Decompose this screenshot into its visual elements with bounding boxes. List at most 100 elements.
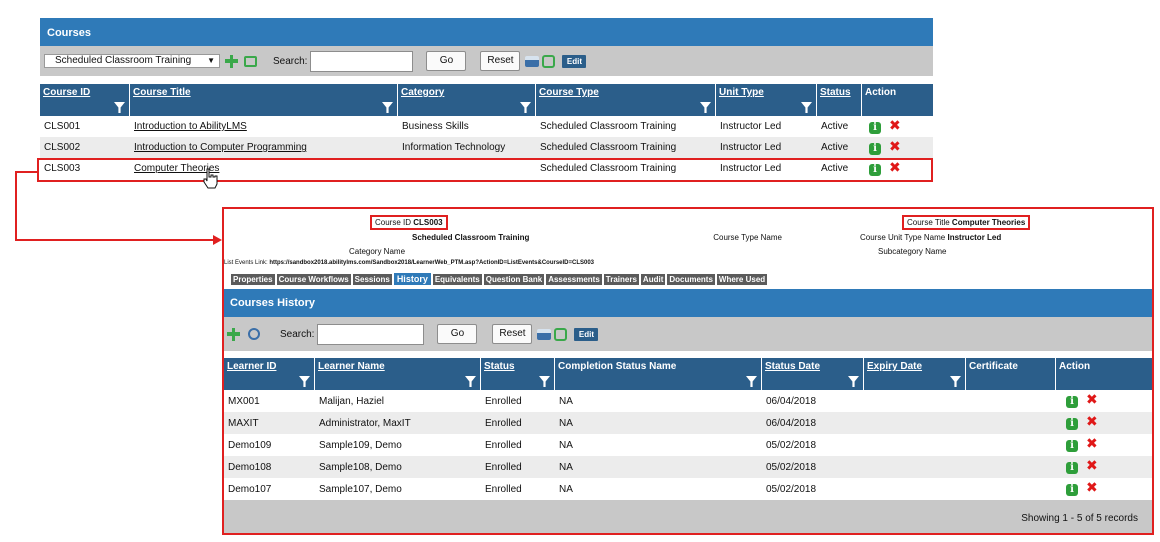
info-icon[interactable]: i [1066,396,1078,408]
course-type-field: Course Type Name [713,233,782,242]
tab-properties[interactable]: Properties [231,274,275,285]
course-id-value: CLS003 [413,218,443,227]
course-type-value: Scheduled Classroom Training [412,233,530,242]
completion-cell: NA [559,395,573,407]
tab-trainers[interactable]: Trainers [603,274,639,285]
table-row[interactable]: Demo109 Sample109, Demo Enrolled NA 05/0… [224,434,1152,456]
tab-history[interactable]: History [393,273,431,285]
tab-documents[interactable]: Documents [667,274,715,285]
filter-funnel-icon[interactable] [950,376,961,387]
info-icon[interactable]: i [1066,462,1078,474]
category-field: Category Name [349,247,405,256]
list-events-label: List Events Link: [224,260,268,266]
action-cell: i ✖ [1056,482,1152,496]
action-cell: i ✖ [1056,438,1152,452]
history-search-label: Search: [280,328,315,340]
tab-sessions[interactable]: Sessions [352,274,392,285]
unit-type-label: Course Unit Type Name [860,233,946,242]
filter-funnel-icon[interactable] [539,376,550,387]
table-row[interactable]: MX001 Malijan, Haziel Enrolled NA 06/04/… [224,390,1152,412]
delete-x-icon[interactable]: ✖ [1086,482,1098,495]
info-icon[interactable]: i [1066,440,1078,452]
tab-assessments[interactable]: Assessments [546,274,602,285]
status-date-cell: 05/02/2018 [766,483,817,495]
col-status-date[interactable]: Status Date [762,358,864,390]
category-label: Category Name [349,247,406,256]
course-type-label: Course Type Name [713,233,782,242]
course-info-section: Course ID CLS003 Course Type Name Schedu… [224,209,1152,289]
tab-audit[interactable]: Audit [640,274,666,285]
subcategory-label: Subcategory Name [878,247,947,256]
table-row[interactable]: Demo107 Sample107, Demo Enrolled NA 05/0… [224,478,1152,500]
tab-where-used[interactable]: Where Used [716,274,768,285]
delete-x-icon[interactable]: ✖ [1086,394,1098,407]
history-title: Courses History [230,297,315,309]
learner-name-cell: Malijan, Haziel [319,395,385,407]
export-icon[interactable] [554,327,568,341]
history-search-input[interactable] [317,323,425,345]
status-cell: Enrolled [485,417,522,429]
status-date-cell: 05/02/2018 [766,439,817,451]
history-toolbar: Search: Go Reset Edit [224,317,1152,351]
tab-course-workflows[interactable]: Course Workflows [276,274,351,285]
learner-name-cell: Administrator, MaxIT [319,417,411,429]
subcategory-field: Subcategory Name [878,247,946,256]
history-go-button[interactable]: Go [437,324,478,344]
filter-funnel-icon[interactable] [299,376,310,387]
completion-cell: NA [559,439,573,451]
delete-x-icon[interactable]: ✖ [1086,438,1098,451]
status-date-cell: 06/04/2018 [766,417,817,429]
history-table-header: Learner ID Learner Name Status Completio… [224,358,1152,390]
unit-type-field: Course Unit Type Name Instructor Led [860,233,1001,242]
completion-cell: NA [559,417,573,429]
history-edit-button[interactable]: Edit [574,327,599,341]
unit-type-value: Instructor Led [947,233,1002,242]
status-date-cell: 05/02/2018 [766,461,817,473]
refresh-icon[interactable] [248,328,260,340]
info-icon[interactable]: i [1066,418,1078,430]
action-cell: i ✖ [1056,416,1152,430]
filter-funnel-icon[interactable] [465,376,476,387]
table-row[interactable]: MAXIT Administrator, MaxIT Enrolled NA 0… [224,412,1152,434]
learner-id-cell: Demo108 [228,461,272,473]
record-count: Showing 1 - 5 of 5 records [1021,512,1138,524]
list-events-link-field: List Events Link: https://sandbox2018.ab… [224,260,594,266]
col-learner-name[interactable]: Learner Name [315,358,481,390]
learner-id-cell: MX001 [228,395,260,407]
action-cell: i ✖ [1056,460,1152,474]
action-cell: i ✖ [1056,394,1152,408]
col-expiry-date[interactable]: Expiry Date [864,358,966,390]
status-cell: Enrolled [485,395,522,407]
detail-tabs: Properties Course Workflows Sessions Histor… [231,273,769,285]
course-id-label: Course ID [375,218,412,227]
col-certificate: Certificate [966,358,1056,390]
status-cell: Enrolled [485,461,522,473]
table-row[interactable]: Demo108 Sample108, Demo Enrolled NA 05/0… [224,456,1152,478]
course-id-field: Course ID CLS003 [370,215,448,230]
info-icon[interactable]: i [1066,484,1078,496]
status-cell: Enrolled [485,439,522,451]
filter-funnel-icon[interactable] [746,376,757,387]
learner-id-cell: Demo109 [228,439,272,451]
learner-name-cell: Sample108, Demo [319,461,402,473]
col-action: Action [1059,361,1091,372]
learner-name-cell: Sample107, Demo [319,483,402,495]
printer-icon[interactable] [537,328,552,340]
tab-question-bank[interactable]: Question Bank [483,274,545,285]
add-record-icon[interactable] [227,327,240,341]
completion-cell: NA [559,461,573,473]
col-status[interactable]: Status [481,358,555,390]
history-footer: Showing 1 - 5 of 5 records [224,500,1152,533]
filter-funnel-icon[interactable] [848,376,859,387]
col-completion-status[interactable]: Completion Status Name [555,358,762,390]
list-events-url[interactable]: https://sandbox2018.abilitylms.com/Sandb… [269,260,594,266]
learner-name-cell: Sample109, Demo [319,439,402,451]
delete-x-icon[interactable]: ✖ [1086,416,1098,429]
history-reset-button[interactable]: Reset [492,324,533,344]
status-date-cell: 06/04/2018 [766,395,817,407]
delete-x-icon[interactable]: ✖ [1086,460,1098,473]
history-title-bar: Courses History [224,289,1152,317]
learner-id-cell: Demo107 [228,483,272,495]
col-learner-id[interactable]: Learner ID [224,358,315,390]
tab-equivalents[interactable]: Equivalents [432,274,482,285]
